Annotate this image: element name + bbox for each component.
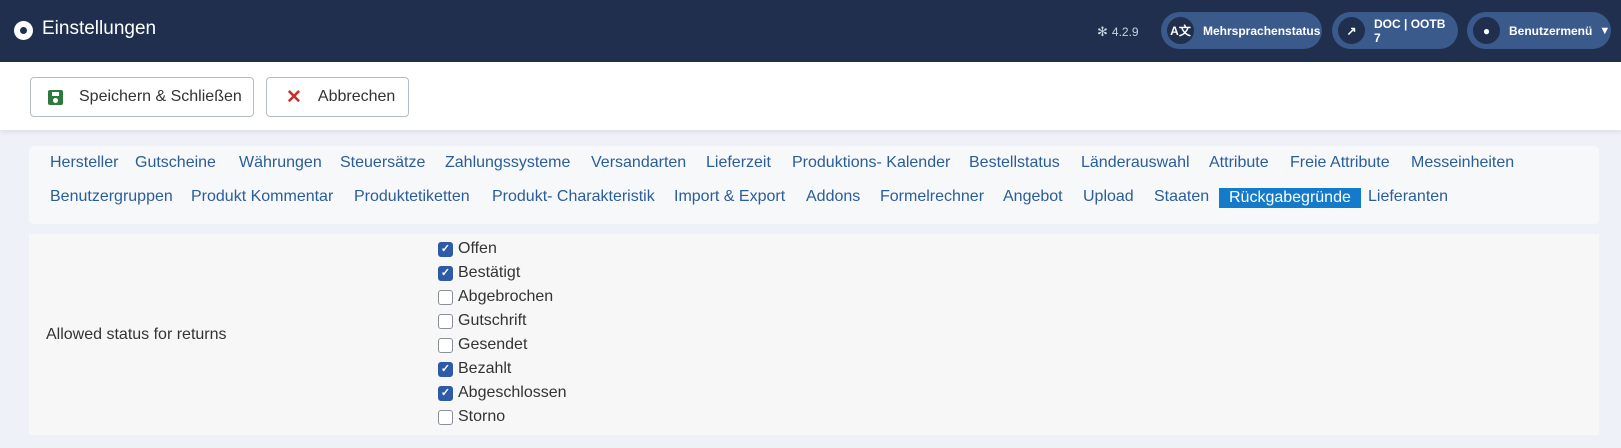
joomla-icon: ✻ [1097, 24, 1108, 39]
site-link-button[interactable]: ↗ DOC | OOTB 7 [1332, 12, 1458, 49]
tab-benutzergruppen[interactable]: Benutzergruppen [50, 188, 173, 206]
tab-hersteller[interactable]: Hersteller [50, 154, 118, 172]
tab-rueckgabegruende[interactable]: Rückgabegründe [1219, 188, 1361, 208]
cancel-button[interactable]: ✕ Abbrechen [266, 77, 409, 117]
tab-bestellstatus[interactable]: Bestellstatus [969, 154, 1060, 172]
status-option-bestaetigt[interactable]: ✓ Bestätigt [438, 262, 520, 284]
joomla-logo-icon [14, 21, 33, 40]
cancel-label: Abbrechen [317, 88, 396, 105]
allowed-status-label: Allowed status for returns [46, 326, 227, 343]
status-option-gutschrift[interactable]: Gutschrift [438, 310, 526, 332]
status-label: Gutschrift [458, 312, 527, 329]
status-option-bezahlt[interactable]: ✓ Bezahlt [438, 358, 511, 380]
save-close-button[interactable]: Speichern & Schließen [30, 77, 254, 117]
tab-steuersaetze[interactable]: Steuersätze [340, 154, 425, 172]
status-label: Abgeschlossen [458, 384, 567, 401]
status-label: Offen [458, 240, 497, 257]
tab-produkt-kommentar[interactable]: Produkt Kommentar [191, 188, 333, 206]
returns-status-form: Allowed status for returns ✓ Offen ✓ Bes… [29, 234, 1599, 435]
tab-lieferzeit[interactable]: Lieferzeit [706, 154, 771, 172]
version-label: 4.2.9 [1111, 25, 1139, 39]
settings-tabs: Hersteller Gutscheine Währungen Steuersä… [29, 146, 1599, 224]
language-icon: A文 [1167, 17, 1194, 44]
status-label: Bezahlt [458, 360, 512, 377]
status-label: Storno [458, 408, 506, 425]
status-option-offen[interactable]: ✓ Offen [438, 238, 497, 260]
user-menu-button[interactable]: ● Benutzermenü ▼ [1467, 12, 1611, 49]
checkbox-unchecked[interactable] [438, 337, 453, 353]
status-option-abgeschlossen[interactable]: ✓ Abgeschlossen [438, 382, 567, 404]
chevron-down-icon: ▼ [1599, 24, 1611, 37]
checkbox-unchecked[interactable] [438, 313, 453, 329]
status-option-abgebrochen[interactable]: Abgebrochen [438, 286, 553, 308]
tab-upload[interactable]: Upload [1083, 188, 1134, 206]
tab-angebot[interactable]: Angebot [1003, 188, 1063, 206]
tab-zahlungssysteme[interactable]: Zahlungssysteme [445, 154, 570, 172]
external-link-icon: ↗ [1338, 17, 1365, 44]
tab-lieferanten[interactable]: Lieferanten [1368, 188, 1448, 206]
tab-waehrungen[interactable]: Währungen [239, 154, 322, 172]
user-menu-label: Benutzermenü [1509, 23, 1593, 38]
status-label: Gesendet [458, 336, 528, 353]
status-label: Bestätigt [458, 264, 521, 281]
multilingual-status-label: Mehrsprachenstatus [1203, 23, 1321, 38]
checkbox-checked[interactable]: ✓ [438, 265, 453, 281]
status-option-gesendet[interactable]: Gesendet [438, 334, 527, 356]
tab-staaten[interactable]: Staaten [1154, 188, 1209, 206]
tab-laenderauswahl[interactable]: Länderauswahl [1081, 154, 1190, 172]
multilingual-status-button[interactable]: A文 Mehrsprachenstatus [1161, 12, 1322, 49]
site-link-label: DOC | OOTB 7 [1374, 16, 1446, 45]
save-icon [48, 89, 63, 105]
page-title: Einstellungen [42, 18, 157, 39]
checkbox-checked[interactable]: ✓ [438, 241, 453, 257]
status-label: Abgebrochen [458, 288, 554, 305]
tab-gutscheine[interactable]: Gutscheine [135, 154, 216, 172]
header-bar: Einstellungen ✻ 4.2.9 A文 Mehrsprachensta… [0, 0, 1621, 62]
tab-addons[interactable]: Addons [806, 188, 860, 206]
tab-produktions-kalender[interactable]: Produktions- Kalender [792, 154, 950, 172]
version-info: ✻ 4.2.9 [1097, 24, 1139, 40]
checkbox-checked[interactable]: ✓ [438, 385, 453, 401]
tab-produktetiketten[interactable]: Produktetiketten [354, 188, 470, 206]
checkbox-unchecked[interactable] [438, 409, 453, 425]
toolbar: Speichern & Schließen ✕ Abbrechen [0, 62, 1621, 130]
tab-freie-attribute[interactable]: Freie Attribute [1290, 154, 1390, 172]
tab-attribute[interactable]: Attribute [1209, 154, 1269, 172]
checkbox-unchecked[interactable] [438, 289, 453, 305]
save-close-label: Speichern & Schließen [79, 88, 242, 105]
close-icon: ✕ [286, 86, 302, 108]
tab-produkt-charakteristik[interactable]: Produkt- Charakteristik [492, 188, 655, 206]
tab-versandarten[interactable]: Versandarten [591, 154, 686, 172]
tab-import-export[interactable]: Import & Export [674, 188, 785, 206]
user-icon: ● [1473, 17, 1500, 44]
status-option-storno[interactable]: Storno [438, 406, 505, 428]
tab-formelrechner[interactable]: Formelrechner [880, 188, 984, 206]
tab-messeinheiten[interactable]: Messeinheiten [1411, 154, 1514, 172]
checkbox-checked[interactable]: ✓ [438, 361, 453, 377]
